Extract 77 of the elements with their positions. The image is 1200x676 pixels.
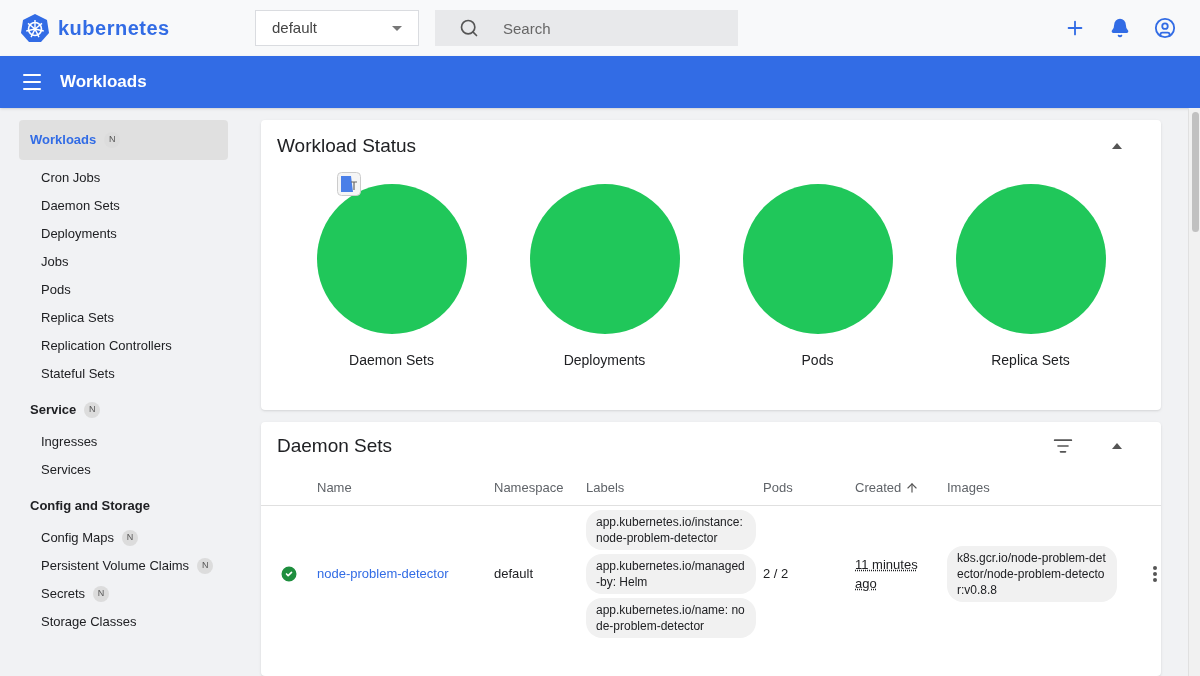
label-chip: app.kubernetes.io/name: node-problem-detector — [586, 598, 756, 638]
logo-text: kubernetes — [58, 16, 170, 41]
dropdown-caret-icon — [392, 25, 402, 31]
pods-cell-text: 2 / 2 — [763, 565, 790, 584]
search-icon — [459, 18, 479, 38]
column-header[interactable]: Namespace — [494, 477, 564, 498]
item-label: Replication Controllers — [41, 337, 172, 356]
more-vertical-icon — [1153, 566, 1157, 582]
item-label: Services — [41, 461, 91, 480]
column-header[interactable]: Pods — [763, 477, 793, 498]
daemon-set-link[interactable]: node-problem-detector — [317, 564, 494, 584]
section-title: Workloads — [30, 131, 97, 150]
sidebar-item[interactable]: Stateful Sets — [19, 360, 228, 388]
image-chip: k8s.gcr.io/node-problem-detector/node-problem-detector:v0.8.8 — [947, 546, 1117, 602]
sidebar-section[interactable]: Workloads N — [19, 120, 228, 160]
new-badge: N — [84, 402, 101, 418]
label-chip: app.kubernetes.io/instance: node-problem-detector — [586, 510, 756, 550]
item-label: Stateful Sets — [41, 365, 115, 384]
item-label: Daemon Sets — [41, 197, 120, 216]
status-label: Deployments — [563, 351, 646, 370]
new-badge: N — [104, 132, 121, 148]
new-badge: N — [93, 586, 110, 602]
sidebar-item[interactable]: Replica Sets — [19, 304, 228, 332]
page-title: Workloads — [60, 71, 147, 94]
item-label: Storage Classes — [41, 613, 137, 632]
account-icon — [1154, 17, 1176, 39]
column-header[interactable]: Created — [855, 477, 902, 498]
section-title: Service — [30, 401, 77, 420]
caret-icon — [1112, 443, 1122, 449]
sidebar-item[interactable]: Cron Jobs — [19, 164, 228, 192]
item-label: Deployments — [41, 225, 117, 244]
new-badge: N — [197, 558, 214, 574]
status-label: Replica Sets — [991, 351, 1070, 370]
column-header[interactable]: Images — [947, 477, 990, 498]
sidebar-section[interactable]: Config and Storage — [19, 488, 228, 524]
bell-icon — [1110, 18, 1130, 38]
column-header[interactable]: Name — [317, 477, 352, 498]
scrollbar[interactable] — [1188, 108, 1200, 676]
filter-icon — [1053, 436, 1073, 456]
column-header[interactable]: Labels — [586, 477, 625, 498]
item-label: Pods — [41, 281, 71, 300]
filter-button[interactable] — [1053, 436, 1073, 456]
created-cell-text: 11 minutes ago — [855, 555, 919, 593]
sidebar-item[interactable]: Storage Classes — [19, 608, 228, 636]
sidebar-item[interactable]: Replication Controllers — [19, 332, 228, 360]
card-title: Workload Status — [277, 133, 417, 158]
sidebar-item[interactable]: Services — [19, 456, 228, 484]
item-label: Jobs — [41, 253, 69, 272]
sidebar-item[interactable]: Ingresses — [19, 428, 228, 456]
label-chip: app.kubernetes.io/managed-by: Helm — [586, 554, 756, 594]
item-label: Replica Sets — [41, 309, 114, 328]
item-label: Cron Jobs — [41, 169, 101, 188]
account-button[interactable] — [1154, 17, 1176, 39]
status-label: Pods — [801, 351, 834, 370]
sidebar-item[interactable]: Config Maps N — [19, 524, 228, 552]
sidebar-item[interactable]: Pods — [19, 276, 228, 304]
sidebar-item[interactable]: Jobs — [19, 248, 228, 276]
card-title: Daemon Sets — [277, 433, 393, 458]
section-title: Config and Storage — [30, 497, 150, 516]
namespace-cell-text: default — [494, 565, 535, 584]
search-field[interactable]: Search — [435, 10, 738, 46]
item-label: Secrets — [41, 585, 86, 604]
namespace-select[interactable]: default — [255, 10, 419, 46]
sidebar-item[interactable]: Deployments — [19, 220, 228, 248]
caret-icon — [1112, 143, 1122, 149]
notifications-button[interactable] — [1110, 18, 1130, 38]
translate-icon — [336, 172, 361, 196]
item-label: Ingresses — [41, 433, 98, 452]
item-label: Config Maps — [41, 529, 114, 548]
new-badge: N — [122, 530, 138, 546]
sidebar-item[interactable]: Persistent Volume Claims N — [19, 552, 228, 580]
status-label: Daemon Sets — [349, 351, 434, 370]
sidebar-section[interactable]: Service N — [19, 392, 228, 428]
sidebar-item[interactable]: Secrets N — [19, 580, 228, 608]
item-label: Persistent Volume Claims — [41, 557, 190, 576]
helm-wheel-logo-icon — [20, 13, 50, 43]
sidebar-item[interactable]: Daemon Sets — [19, 192, 228, 220]
